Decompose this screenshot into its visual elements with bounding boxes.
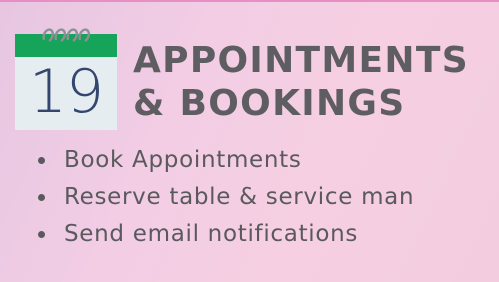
bullet-icon: [38, 194, 45, 201]
feature-label: Send email notifications: [64, 221, 359, 247]
feature-label: Book Appointments: [64, 147, 302, 173]
banner-title-line-2: & BOOKINGS: [133, 83, 406, 124]
bullet-icon: [38, 157, 45, 164]
bullet-icon: [38, 231, 45, 238]
feature-item: Send email notifications: [38, 219, 414, 256]
calendar-rings-icon: [42, 28, 90, 42]
top-accent-rule: [0, 0, 499, 2]
calendar-day-number: 19: [28, 57, 104, 127]
feature-label: Reserve table & service man: [64, 184, 415, 210]
feature-item: Reserve table & service man: [38, 182, 414, 219]
feature-item: Book Appointments: [38, 145, 414, 182]
banner-title-line-1: APPOINTMENTS: [133, 40, 469, 81]
calendar-icon: 19: [15, 24, 117, 130]
feature-list: Book Appointments Reserve table & servic…: [38, 145, 414, 256]
banner-title: APPOINTMENTS & BOOKINGS: [133, 39, 469, 125]
